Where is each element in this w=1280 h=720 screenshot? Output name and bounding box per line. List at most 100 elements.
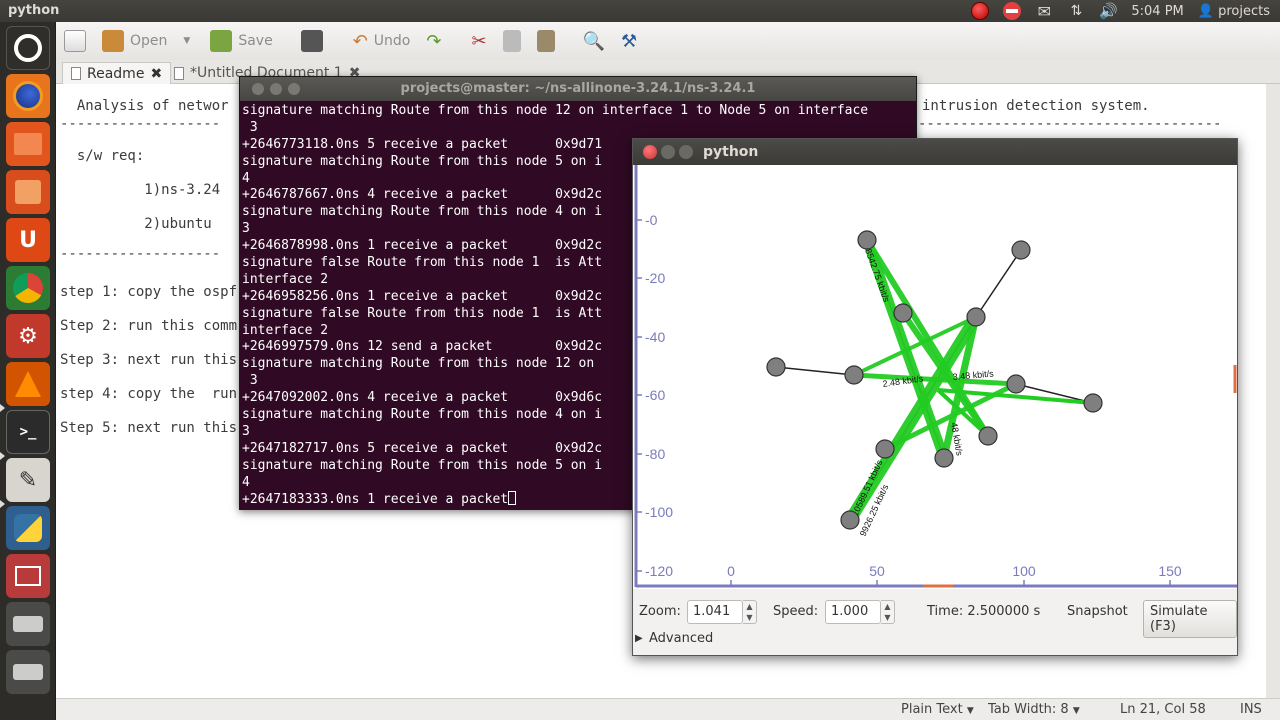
text-line: ------------------- bbox=[60, 246, 221, 262]
network-node bbox=[875, 439, 895, 459]
vlc-icon[interactable] bbox=[6, 362, 50, 406]
chrome-icon[interactable] bbox=[6, 266, 50, 310]
network-canvas[interactable]: -0 -20 -40 -60 -80 -100 -120 0 50 100 150 2.48 kbit… bbox=[633, 165, 1237, 589]
save-icon bbox=[210, 30, 233, 52]
terminal-cursor bbox=[508, 491, 517, 506]
text-line: Step 5: next run this bbox=[60, 420, 238, 436]
zoom-label: Zoom: bbox=[639, 604, 681, 619]
simulate-button[interactable]: Simulate (F3) bbox=[1143, 600, 1237, 638]
y-tick-label: -120 bbox=[645, 563, 673, 579]
print-button[interactable] bbox=[293, 22, 331, 60]
y-tick-label: -0 bbox=[645, 212, 658, 228]
chevron-down-icon[interactable]: ▼ bbox=[183, 36, 190, 46]
copy-button[interactable] bbox=[495, 22, 529, 60]
replace-icon: ⚒ bbox=[620, 30, 638, 52]
close-icon[interactable] bbox=[252, 83, 264, 95]
time-display: Time: 2.500000 s bbox=[927, 604, 1041, 619]
do-not-disturb-icon[interactable] bbox=[1003, 2, 1022, 20]
network-node bbox=[978, 426, 998, 446]
workspace-switcher-icon[interactable] bbox=[6, 554, 50, 598]
record-indicator-icon[interactable] bbox=[971, 2, 990, 20]
volume-icon[interactable]: 🔊 bbox=[1099, 2, 1118, 20]
folder-icon bbox=[102, 30, 124, 52]
user-menu[interactable]: 👤 projects bbox=[1198, 4, 1270, 19]
network-node bbox=[1006, 374, 1026, 394]
paste-button[interactable] bbox=[529, 22, 563, 60]
speed-stepper[interactable]: ▲ ▼ bbox=[881, 600, 895, 624]
close-icon[interactable] bbox=[643, 145, 657, 159]
python-icon[interactable] bbox=[6, 506, 50, 550]
find-button[interactable]: 🔍 bbox=[575, 22, 613, 60]
top-panel: python ✉ ⇅ 🔊 5:04 PM 👤 projects bbox=[0, 0, 1280, 22]
network-node bbox=[966, 307, 986, 327]
editor-scrollbar[interactable] bbox=[1266, 84, 1280, 698]
drive-icon[interactable] bbox=[6, 650, 50, 694]
chevron-down-icon: ▼ bbox=[1072, 706, 1080, 716]
undo-button[interactable]: ↶ Undo bbox=[345, 22, 419, 60]
text-line: ------------------------------------ bbox=[918, 116, 1222, 132]
text-line: step 4: copy the run bbox=[60, 386, 238, 402]
zoom-stepper[interactable]: ▲ ▼ bbox=[743, 600, 757, 624]
files-icon[interactable] bbox=[6, 122, 50, 166]
visualizer-titlebar[interactable]: python bbox=[633, 139, 1237, 165]
visualizer-title: python bbox=[703, 144, 759, 160]
ubuntu-one-icon[interactable]: U bbox=[6, 218, 50, 262]
cut-button[interactable]: ✂ bbox=[463, 22, 494, 60]
simulation-controls: Zoom: 1.041 ▲ ▼ Speed: 1.000 ▲ ▼ Time: 2.5… bbox=[633, 589, 1237, 655]
launcher: U ⚙ >_ ✎ bbox=[0, 22, 56, 720]
mail-icon[interactable]: ✉ bbox=[1035, 2, 1053, 21]
expander-arrow-icon[interactable]: ▶ bbox=[635, 633, 643, 644]
drive-icon[interactable] bbox=[6, 602, 50, 646]
network-node bbox=[1083, 393, 1103, 413]
cursor-position: Ln 21, Col 58 bbox=[1120, 702, 1206, 717]
redo-icon: ↷ bbox=[426, 30, 442, 52]
replace-button[interactable]: ⚒ bbox=[613, 22, 645, 60]
search-icon: 🔍 bbox=[582, 30, 605, 52]
firefox-icon[interactable] bbox=[6, 74, 50, 118]
network-icon[interactable]: ⇅ bbox=[1067, 2, 1085, 20]
text-line: 2)ubuntu bbox=[60, 216, 221, 232]
text-line: ------------------- bbox=[60, 116, 221, 132]
minimize-icon[interactable] bbox=[270, 83, 282, 95]
network-node bbox=[840, 510, 860, 530]
y-tick-label: -100 bbox=[645, 504, 673, 520]
language-selector[interactable]: Plain Text ▼ bbox=[901, 702, 974, 717]
network-node bbox=[766, 357, 786, 377]
python-visualizer-window[interactable]: python -0 -20 -40 -60 -80 -100 -120 0 50 100 150 2.… bbox=[632, 138, 1238, 656]
tab-width-selector[interactable]: Tab Width: 8 ▼ bbox=[988, 702, 1080, 717]
x-tick-label: 50 bbox=[869, 563, 885, 579]
network-node bbox=[893, 303, 913, 323]
advanced-expander[interactable]: Advanced bbox=[649, 631, 713, 646]
terminal-titlebar[interactable]: projects@master: ~/ns-allinone-3.24.1/ns… bbox=[240, 77, 916, 101]
y-tick-label: -80 bbox=[645, 446, 665, 462]
zoom-input[interactable]: 1.041 bbox=[687, 600, 743, 624]
software-center-icon[interactable] bbox=[6, 170, 50, 214]
close-icon[interactable]: ✖ bbox=[150, 66, 162, 82]
system-settings-icon[interactable]: ⚙ bbox=[6, 314, 50, 358]
y-tick-label: -40 bbox=[645, 329, 665, 345]
print-icon bbox=[300, 30, 323, 52]
speed-label: Speed: bbox=[773, 604, 819, 619]
network-topology[interactable]: -0-20-40-60-80-100-120 0 50 100 1502.48 kbit… bbox=[633, 165, 1237, 589]
tab-readme[interactable]: Readme ✖ bbox=[62, 62, 172, 84]
maximize-icon[interactable] bbox=[679, 145, 693, 159]
copy-icon bbox=[502, 30, 521, 52]
minimize-icon[interactable] bbox=[661, 145, 675, 159]
redo-button[interactable]: ↷ bbox=[418, 22, 449, 60]
snapshot-button[interactable]: Snapshot bbox=[1067, 604, 1128, 619]
text-editor-icon[interactable]: ✎ bbox=[6, 458, 50, 502]
dash-home-icon[interactable] bbox=[6, 26, 50, 70]
clock[interactable]: 5:04 PM bbox=[1131, 4, 1183, 19]
new-document-icon bbox=[64, 30, 86, 52]
network-link bbox=[775, 366, 855, 376]
open-button[interactable]: Open ▼ bbox=[94, 22, 198, 60]
new-button[interactable] bbox=[56, 22, 94, 60]
undo-icon: ↶ bbox=[352, 30, 368, 52]
y-tick-label: -60 bbox=[645, 387, 665, 403]
user-icon: 👤 bbox=[1197, 3, 1214, 19]
speed-input[interactable]: 1.000 bbox=[825, 600, 881, 624]
active-app-title: python bbox=[8, 3, 60, 18]
maximize-icon[interactable] bbox=[288, 83, 300, 95]
save-button[interactable]: Save bbox=[202, 22, 280, 60]
terminal-icon[interactable]: >_ bbox=[6, 410, 50, 454]
